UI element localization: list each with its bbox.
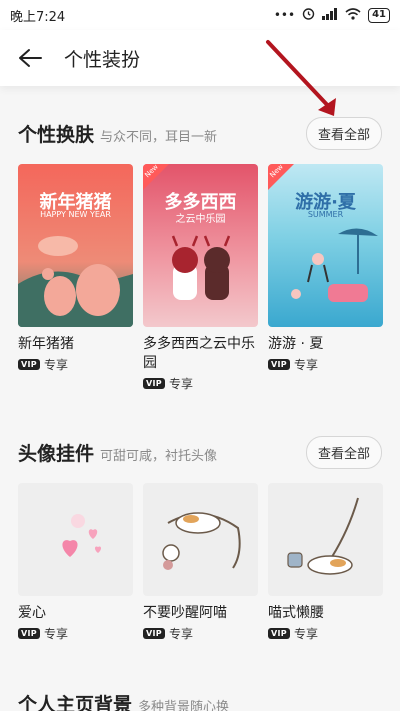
skin-thumbnail: New 游游·夏 SUMMER [268,164,383,327]
avatar-pendant-card[interactable]: 喵式懒腰 VIP 专享 [268,483,383,642]
vip-row: VIP 专享 [268,356,383,373]
reindeer-illustration [171,235,231,300]
vip-row: VIP 专享 [268,625,383,642]
vip-badge: VIP [268,628,290,639]
vip-label: 专享 [293,358,318,372]
vip-badge: VIP [18,359,40,370]
pendant-name: 不要吵醒阿喵 [143,605,227,621]
bg-section-header: 个人主页背景 多种背景随心换 [18,685,382,711]
vip-badge: VIP [18,628,40,639]
signal-icon [322,7,338,23]
vip-badge: VIP [143,378,165,389]
annotation-arrow-icon [266,40,336,116]
vip-row: VIP 专享 [143,375,258,392]
avatar-section-subtitle: 可甜可咸，衬托头像 [100,448,218,464]
avatar-view-all-button[interactable]: 查看全部 [305,435,382,469]
avatar-pendant-card[interactable]: 不要吵醒阿喵 VIP 专享 [143,483,258,642]
avatar-section-header: 头像挂件 可甜可咸，衬托头像 查看全部 [18,434,382,470]
vip-row: VIP 专享 [18,356,133,373]
vip-badge: VIP [268,359,290,370]
pendant-thumbnail [268,483,383,596]
alarm-icon [302,7,315,23]
wifi-icon [345,7,361,23]
pendant-name: 喵式懒腰 [268,605,324,621]
status-bar: 晚上7:24 ••• 41 [0,0,400,30]
skin-thumbnail: 新年猪猪 HAPPY NEW YEAR [18,164,133,327]
pendant-name: 爱心 [18,605,46,621]
skin-card[interactable]: 新年猪猪 HAPPY NEW YEAR 新年猪猪 VIP 专享 [18,164,133,373]
pig-illustration [18,236,133,327]
sleeping-cat-illustration [162,512,241,570]
more-dots-icon: ••• [273,8,296,22]
pendant-thumbnail [143,483,258,596]
vip-label: 专享 [43,358,68,372]
skin-card[interactable]: New 游游·夏 SUMMER 游游 · 夏 VIP 专享 [268,164,383,373]
vip-badge: VIP [143,628,165,639]
back-arrow-icon[interactable] [16,44,44,72]
vip-row: VIP 专享 [18,625,133,642]
vip-label: 专享 [293,627,318,641]
pool-illustration [291,228,378,302]
skin-section-title: 个性换肤 [18,123,95,146]
vip-label: 专享 [168,377,193,391]
pendant-thumbnail [18,483,133,596]
status-time: 晚上7:24 [10,9,66,25]
vip-label: 专享 [168,627,193,641]
skin-name: 新年猪猪 [18,336,74,352]
bg-section-subtitle: 多种背景随心换 [138,699,230,711]
bg-section-title: 个人主页背景 [18,693,133,711]
vip-label: 专享 [43,627,68,641]
avatar-section-title: 头像挂件 [18,442,95,465]
skin-name: 多多西西之云中乐园 [143,336,255,371]
stretching-cat-illustration [287,497,359,575]
hearts-illustration [62,514,102,557]
skin-section-subtitle: 与众不同，耳目一新 [100,129,218,145]
skin-name: 游游 · 夏 [268,336,324,352]
skin-thumbnail: New 多多西西 之云中乐园 [143,164,258,327]
battery-icon: 41 [368,7,390,23]
vip-row: VIP 专享 [143,625,258,642]
avatar-pendant-card[interactable]: 爱心 VIP 专享 [18,483,133,642]
skin-card[interactable]: New 多多西西 之云中乐园 多多西西之云中乐园 VIP 专享 [143,164,258,392]
page-title: 个性装扮 [64,48,141,71]
